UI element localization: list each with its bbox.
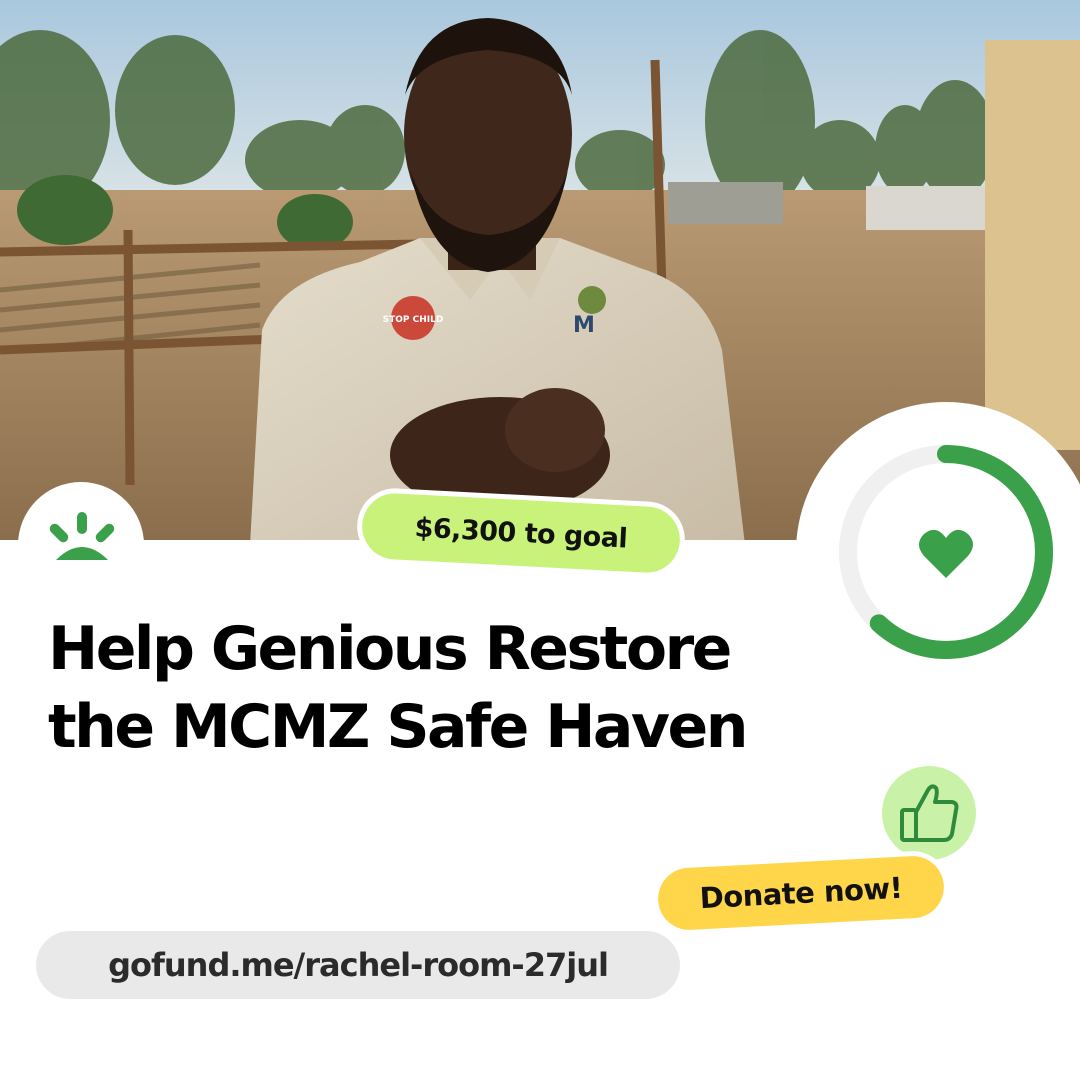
- campaign-title-line-1: Help Genious Restore: [48, 614, 732, 684]
- gofundme-sun-icon: [49, 512, 115, 560]
- thumbs-up-badge: [882, 766, 976, 860]
- heart-icon: [919, 529, 973, 578]
- thumbs-up-icon: [900, 784, 959, 842]
- campaign-url: gofund.me/rachel-room-27jul: [108, 946, 609, 984]
- progress-ring: [839, 445, 1053, 659]
- campaign-url-pill[interactable]: gofund.me/rachel-room-27jul: [36, 931, 680, 999]
- campaign-title: Help Genious Restore the MCMZ Safe Haven: [48, 610, 768, 766]
- shirt-badge-stop-child: STOP CHILD: [383, 315, 444, 325]
- donate-button-label: Donate now!: [698, 870, 904, 916]
- campaign-title-line-2: the MCMZ Safe Haven: [48, 692, 748, 762]
- goal-remaining-text: $6,300 to goal: [413, 511, 629, 555]
- shirt-badge-mcmz: M: [573, 313, 595, 338]
